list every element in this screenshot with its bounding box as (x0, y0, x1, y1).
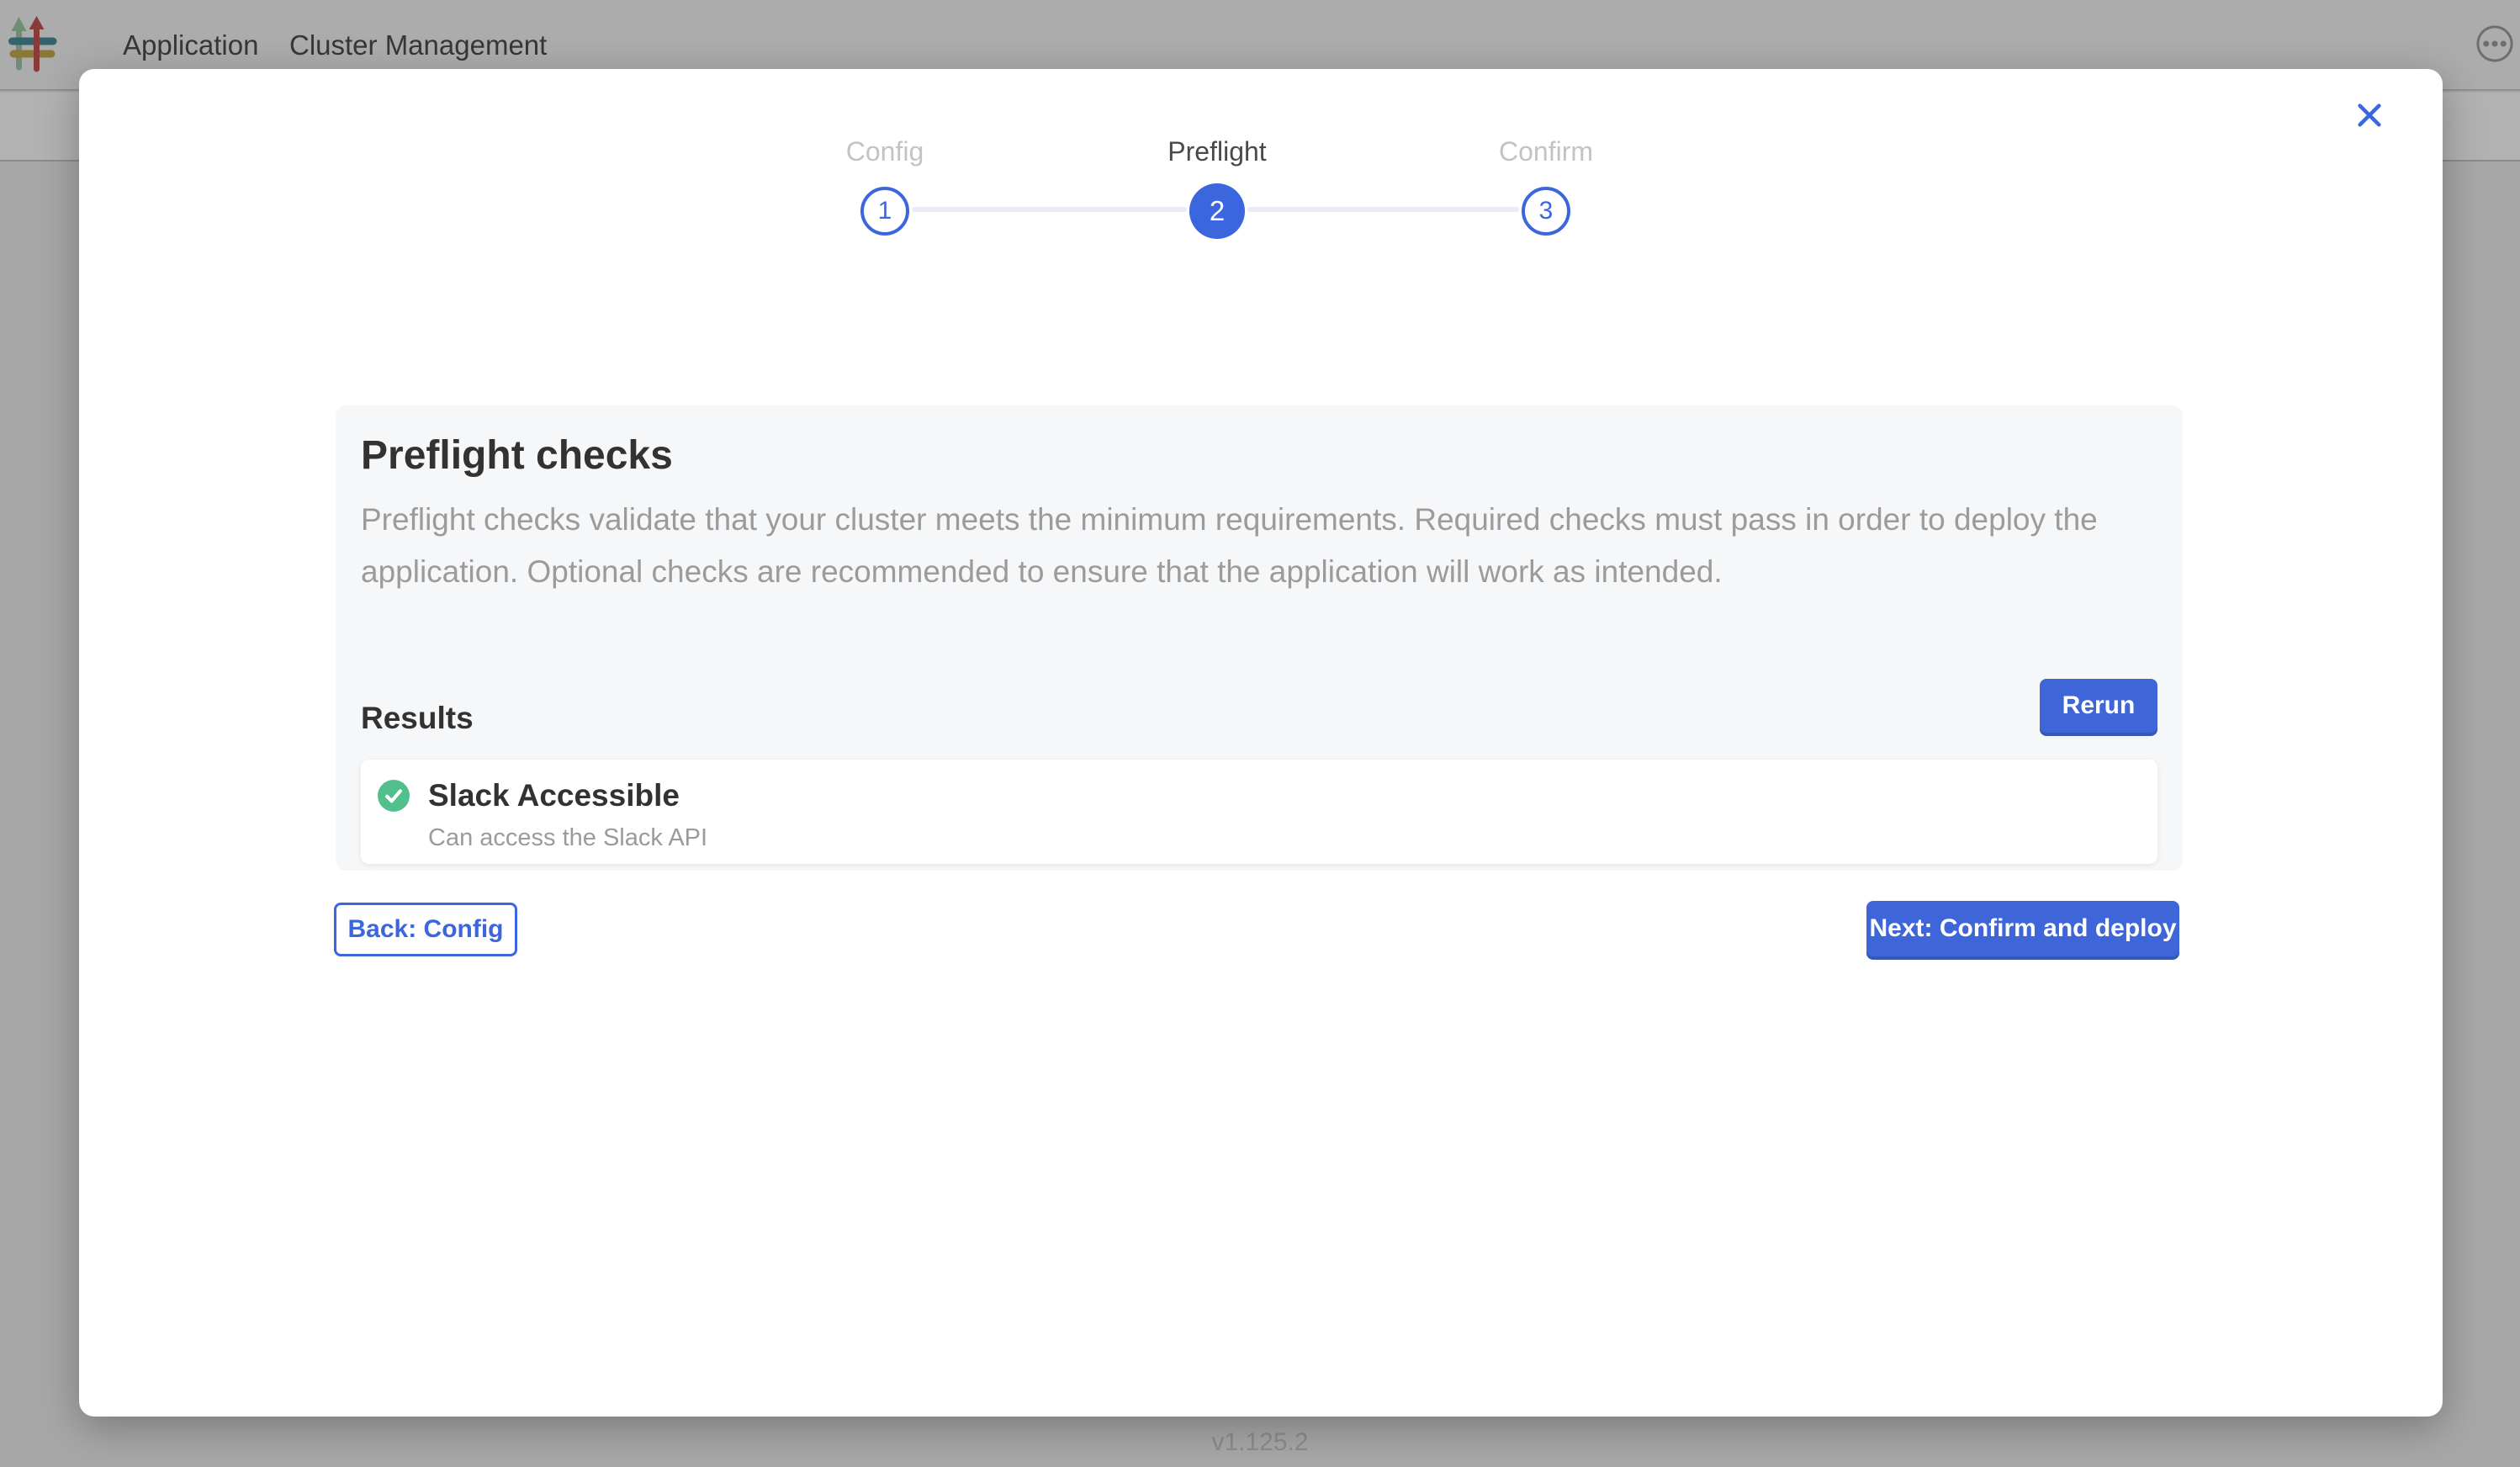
result-title: Slack Accessible (428, 778, 707, 813)
step-confirm[interactable]: Confirm 3 (1445, 69, 1647, 236)
step-label: Config (784, 136, 986, 168)
next-confirm-deploy-button[interactable]: Next: Confirm and deploy (1866, 901, 2179, 956)
preflight-result-row: Slack Accessible Can access the Slack AP… (361, 760, 2157, 864)
back-config-button[interactable]: Back: Config (334, 903, 517, 956)
step-preflight[interactable]: Preflight 2 (1116, 69, 1318, 239)
preflight-checks-card: Preflight checks Preflight checks valida… (336, 405, 2183, 871)
step-label: Preflight (1116, 136, 1318, 168)
step-circle: 1 (860, 187, 909, 236)
results-header-row: Results Rerun (361, 679, 2157, 736)
step-label: Confirm (1445, 136, 1647, 168)
check-circle-icon (378, 780, 410, 812)
step-circle-active: 2 (1189, 183, 1245, 239)
preflight-title: Preflight checks (361, 432, 2157, 479)
preflight-description: Preflight checks validate that your clus… (361, 494, 2157, 598)
results-heading: Results (361, 701, 474, 736)
step-config[interactable]: Config 1 (784, 69, 986, 236)
preflight-wizard-modal: Config 1 Preflight 2 Confirm 3 Preflight… (79, 69, 2443, 1417)
step-circle: 3 (1522, 187, 1570, 236)
rerun-button[interactable]: Rerun (2040, 679, 2157, 733)
result-text-block: Slack Accessible Can access the Slack AP… (428, 778, 707, 852)
wizard-stepper: Config 1 Preflight 2 Confirm 3 (79, 69, 2443, 338)
result-detail: Can access the Slack API (428, 824, 707, 852)
